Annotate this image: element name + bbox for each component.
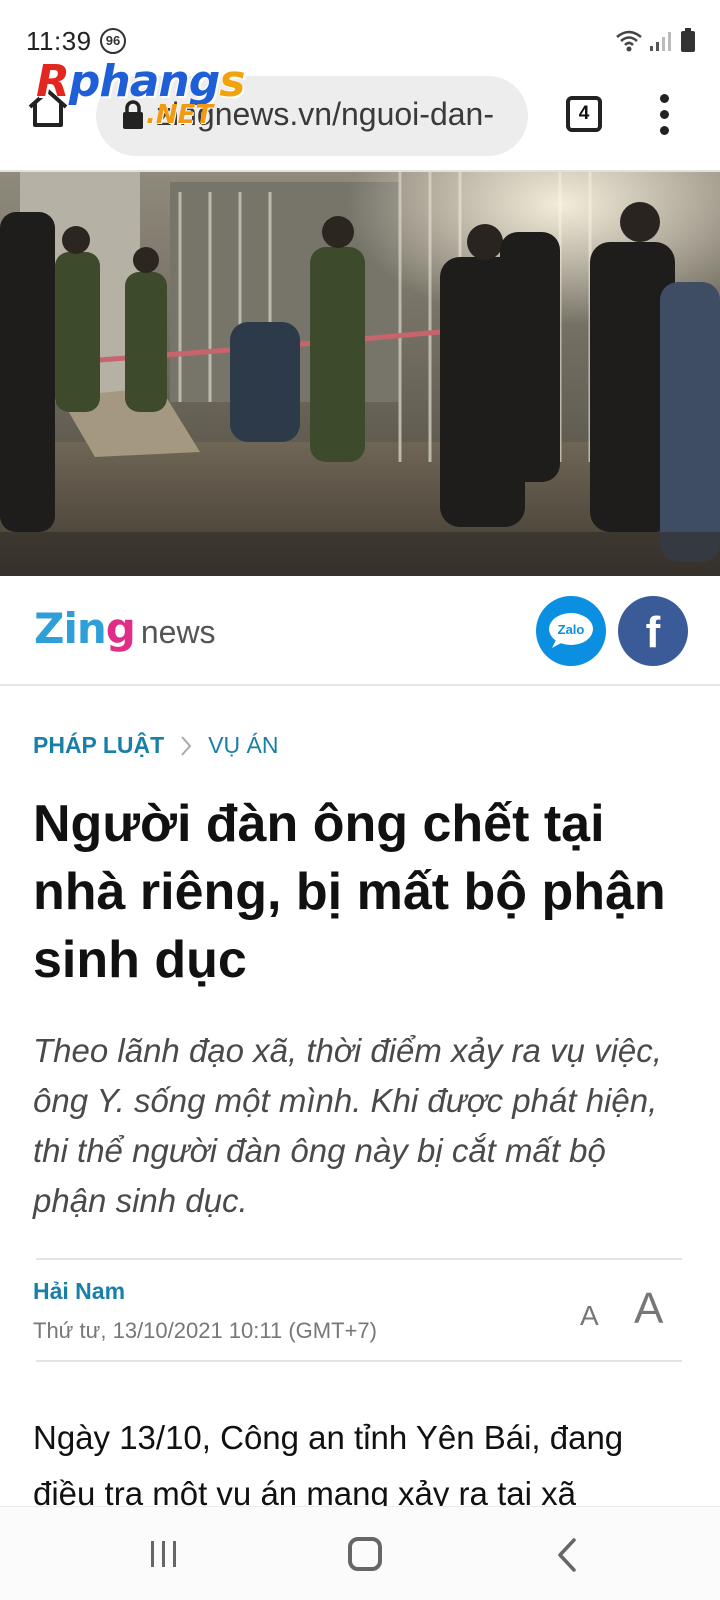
breadcrumb: PHÁP LUẬT VỤ ÁN (33, 732, 279, 759)
tabs-button[interactable]: 4 (566, 96, 602, 132)
article-hero-image[interactable] (0, 172, 720, 576)
recent-apps-icon[interactable] (148, 1539, 180, 1569)
status-icons (616, 28, 696, 52)
article-author[interactable]: Hải Nam (33, 1278, 125, 1305)
battery-icon (681, 28, 695, 52)
zalo-icon: Zalo (549, 613, 593, 648)
zing-word: Zing (34, 604, 136, 653)
zalo-share-button[interactable]: Zalo (536, 596, 606, 666)
breadcrumb-subcategory[interactable]: VỤ ÁN (208, 732, 278, 759)
browser-toolbar: zingnews.vn/nguoi-dan- 4 (0, 60, 720, 172)
chevron-right-icon (181, 735, 192, 756)
facebook-share-button[interactable]: f (618, 596, 688, 666)
signal-icon (650, 32, 671, 51)
font-size-increase-button[interactable]: A (634, 1284, 663, 1334)
article-summary: Theo lãnh đạo xã, thời điểm xảy ra vụ vi… (33, 1032, 662, 1219)
article-body: Ngày 13/10, Công an tỉnh Yên Bái, đang đ… (33, 1419, 624, 1506)
zing-news-logo[interactable]: Zing news (34, 604, 216, 653)
url-text[interactable]: zingnews.vn/nguoi-dan- (156, 96, 516, 133)
article-headline: Người đàn ông chết tại nhà riêng, bị mất… (33, 795, 666, 989)
address-bar[interactable]: zingnews.vn/nguoi-dan- (96, 76, 528, 156)
notification-badge-icon: 96 (100, 28, 126, 54)
home-nav-icon[interactable] (348, 1537, 382, 1571)
breadcrumb-category[interactable]: PHÁP LUẬT (33, 732, 164, 759)
divider (36, 1360, 682, 1362)
lock-icon (123, 100, 143, 129)
hero-photo (0, 172, 720, 576)
home-icon[interactable] (26, 86, 70, 130)
status-time: 11:39 (26, 26, 92, 56)
divider (36, 1258, 682, 1260)
font-size-decrease-button[interactable]: A (580, 1300, 599, 1332)
system-nav-bar (0, 1506, 720, 1600)
brand-bar: Zing news Zalo f (0, 576, 720, 686)
svg-text:Zalo: Zalo (558, 622, 585, 637)
status-bar: 11:39 96 (0, 0, 720, 60)
back-icon[interactable] (556, 1537, 578, 1573)
more-vert-icon[interactable] (650, 94, 678, 138)
article-date: Thứ tư, 13/10/2021 10:11 (GMT+7) (33, 1318, 377, 1343)
wifi-icon (616, 30, 642, 52)
zing-news-suffix: news (140, 614, 216, 650)
